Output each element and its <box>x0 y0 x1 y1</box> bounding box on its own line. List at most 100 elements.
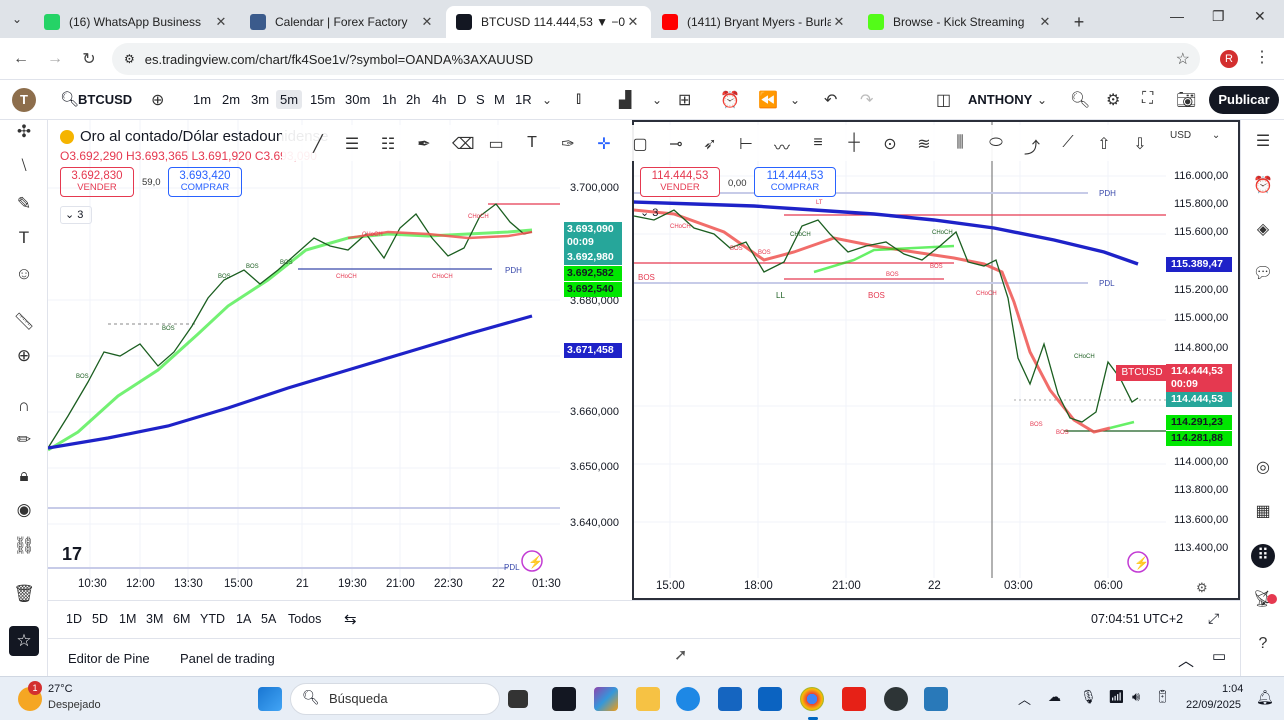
browser-tab[interactable]: BTCUSD 114.444,53 ▼ −0.74✕ <box>446 6 651 38</box>
trading-panel-tab[interactable]: Panel de trading <box>180 651 275 666</box>
timeframe-1h[interactable]: 1h <box>382 92 396 107</box>
notifications-bell-icon[interactable]: 🔔︎ <box>1256 689 1274 706</box>
browser-tab[interactable]: (1411) Bryant Myers - Burlao ✕ <box>652 6 857 38</box>
watchlist-icon[interactable]: ☰ <box>1251 130 1275 154</box>
restore-icon[interactable]: ❐ <box>1212 8 1225 25</box>
indicators-dropdown-icon[interactable]: ⌄ <box>652 93 662 107</box>
highlighter-icon[interactable]: ✒ <box>414 134 434 154</box>
clock-date[interactable]: 22/09/2025 <box>1186 699 1241 711</box>
gann-icon[interactable]: ≋ <box>914 134 934 154</box>
app-icon[interactable] <box>924 687 948 711</box>
user-avatar[interactable]: T <box>12 88 36 112</box>
camera-icon[interactable]: 📷︎ <box>1176 90 1196 110</box>
browser-tab[interactable]: Browse - Kick Streaming ✕ <box>858 6 1063 38</box>
pine-editor-tab[interactable]: Editor de Pine <box>68 651 150 666</box>
text-icon[interactable]: T <box>522 134 542 152</box>
alarm-clock-icon[interactable]: ⏰ <box>1251 174 1275 198</box>
right-buy-button[interactable]: 114.444,53 COMPRAR <box>754 167 836 197</box>
utc-clock[interactable]: 07:04:51 UTC+2 <box>1091 612 1183 626</box>
game-icon[interactable] <box>884 687 908 711</box>
wifi-icon[interactable]: 📶︎ <box>1108 689 1125 705</box>
left-time-axis[interactable]: 10:30 12:00 13:30 15:00 21 19:30 21:00 22:30 22 0… <box>48 578 562 600</box>
panel-window-icon[interactable]: ▭ <box>1212 647 1226 665</box>
range-1D[interactable]: 1D <box>66 612 82 626</box>
chat-icon[interactable]: 💬︎ <box>1251 262 1275 286</box>
clock-time[interactable]: 1:04 <box>1222 683 1243 695</box>
right-indicators-toggle[interactable]: ⌄ 3 <box>640 206 658 219</box>
horizontal-ray-icon[interactable]: ⊸ <box>666 134 686 154</box>
file-explorer-icon[interactable] <box>636 687 660 711</box>
tab-close-icon[interactable]: ✕ <box>419 14 435 30</box>
reload-icon[interactable]: ↻ <box>72 49 106 69</box>
right-chart-pane[interactable]: CHoCH BOS BOS BOS BOS CHoCH BOS BOS LT CHoCH CHoC… <box>632 120 1240 600</box>
volume-profile-icon[interactable]: ⫼ <box>950 134 970 152</box>
browser-tab[interactable]: Calendar | Forex Factory ✕ <box>240 6 445 38</box>
timeframe-4h[interactable]: 4h <box>432 92 446 107</box>
pen-icon[interactable]: ✑ <box>558 134 578 154</box>
browser-tab[interactable]: (16) WhatsApp Business ✕ <box>34 6 239 38</box>
drawing-mode-icon[interactable]: ✏ <box>12 428 36 452</box>
quick-search-icon[interactable]: 🔍︎ <box>1070 90 1090 110</box>
eraser-icon[interactable]: ⌫ <box>452 134 475 154</box>
lock-icon[interactable]: 🔒︎ <box>12 464 36 488</box>
layers-icon[interactable]: ◈ <box>1251 218 1275 242</box>
timeframe-dropdown-icon[interactable]: ⌄ <box>542 93 552 107</box>
timeframe-2h[interactable]: 2h <box>406 92 420 107</box>
undo-icon[interactable]: ↶ <box>824 90 837 110</box>
bookmark-star-icon[interactable]: ☆ <box>1176 49 1190 69</box>
brush-icon[interactable]: ✎ <box>12 192 36 216</box>
bar-style-icon[interactable]: ⫾ <box>576 90 581 108</box>
right-time-axis[interactable]: 15:00 18:00 21:00 22 03:00 06:00 <box>634 576 1166 598</box>
vertical-line-icon[interactable]: ┼ <box>844 134 864 152</box>
pattern-icon[interactable]: 〰 <box>772 134 792 158</box>
tray-chevron-icon[interactable]: ︿ <box>1018 689 1031 708</box>
fullscreen-icon[interactable]: ⛶ <box>1142 90 1153 108</box>
left-buy-button[interactable]: 3.693,420 COMPRAR <box>168 167 242 197</box>
battery-icon[interactable]: 🔋︎ <box>1154 689 1171 705</box>
windows-start-icon[interactable] <box>258 687 282 711</box>
cloud-icon[interactable]: ☁ <box>1048 689 1061 705</box>
arrow-up-icon[interactable]: ⇧ <box>1094 134 1114 154</box>
tab-close-icon[interactable]: ✕ <box>213 14 229 30</box>
range-YTD[interactable]: YTD <box>200 612 225 626</box>
arrow-down-icon[interactable]: ⇩ <box>1130 134 1150 154</box>
ellipse-icon[interactable]: ⬭ <box>986 134 1006 152</box>
range-1M[interactable]: 1M <box>119 612 136 626</box>
layout-dropdown-icon[interactable]: ⌄ <box>1037 93 1047 107</box>
collapse-up-icon[interactable]: ︿ <box>1178 647 1194 671</box>
right-chart-svg[interactable]: CHoCH BOS BOS BOS BOS CHoCH BOS BOS LT CHoCH CHoC… <box>634 122 1238 598</box>
settings-gear-icon[interactable]: ⚙ <box>1106 90 1120 110</box>
new-tab-plus-icon[interactable]: + <box>1064 6 1094 38</box>
calendar-icon[interactable]: ▦ <box>1251 500 1275 524</box>
cross-icon[interactable]: ✛ <box>594 134 614 154</box>
timeframe-15m[interactable]: 15m <box>310 92 335 107</box>
maximize-pane-icon[interactable]: ⤢ <box>1208 610 1219 627</box>
microphone-icon[interactable]: 🎙︎ <box>1080 689 1097 705</box>
store-icon[interactable] <box>718 687 742 711</box>
indicators-icon[interactable]: ▟ <box>619 90 631 110</box>
close-window-icon[interactable]: ✕ <box>1254 8 1266 25</box>
task-view-icon[interactable] <box>508 690 528 708</box>
emoji-icon[interactable]: ☺ <box>12 262 36 286</box>
date-range-icon[interactable]: ⇆ <box>344 610 357 628</box>
profile-avatar[interactable]: R <box>1220 50 1238 68</box>
chrome-icon[interactable] <box>800 687 824 711</box>
horizontal-line-icon[interactable]: ⊢ <box>736 134 756 154</box>
tradingview-app-icon[interactable] <box>552 687 576 711</box>
left-chart-svg[interactable]: CHoCH CHoCH CHoCH CHoCH BOS BOS BOS BOS BOS PDH… <box>48 120 632 600</box>
timeframe-S[interactable]: S <box>476 92 485 107</box>
layout-name[interactable]: ANTHONY <box>968 92 1032 107</box>
timeframe-D[interactable]: D <box>457 92 466 107</box>
channel-tool-icon[interactable]: ☰ <box>342 134 362 154</box>
zoom-in-icon[interactable]: ⊕ <box>12 344 36 368</box>
magnet-icon[interactable]: ∩ <box>12 394 36 418</box>
site-settings-icon[interactable]: ⚙ <box>124 52 135 66</box>
tab-close-icon[interactable]: ✕ <box>1037 14 1053 30</box>
alert-icon[interactable]: ⏰ <box>720 90 740 110</box>
comment-icon[interactable]: ▭ <box>486 134 506 154</box>
tab-search-chevron-icon[interactable]: ⌄ <box>0 0 34 38</box>
replay-icon[interactable]: ⏪ <box>758 90 778 110</box>
timeframe-1R[interactable]: 1R <box>515 92 532 107</box>
eye-icon[interactable]: ◉ <box>12 498 36 522</box>
favorites-star-icon[interactable]: ☆ <box>9 626 39 656</box>
